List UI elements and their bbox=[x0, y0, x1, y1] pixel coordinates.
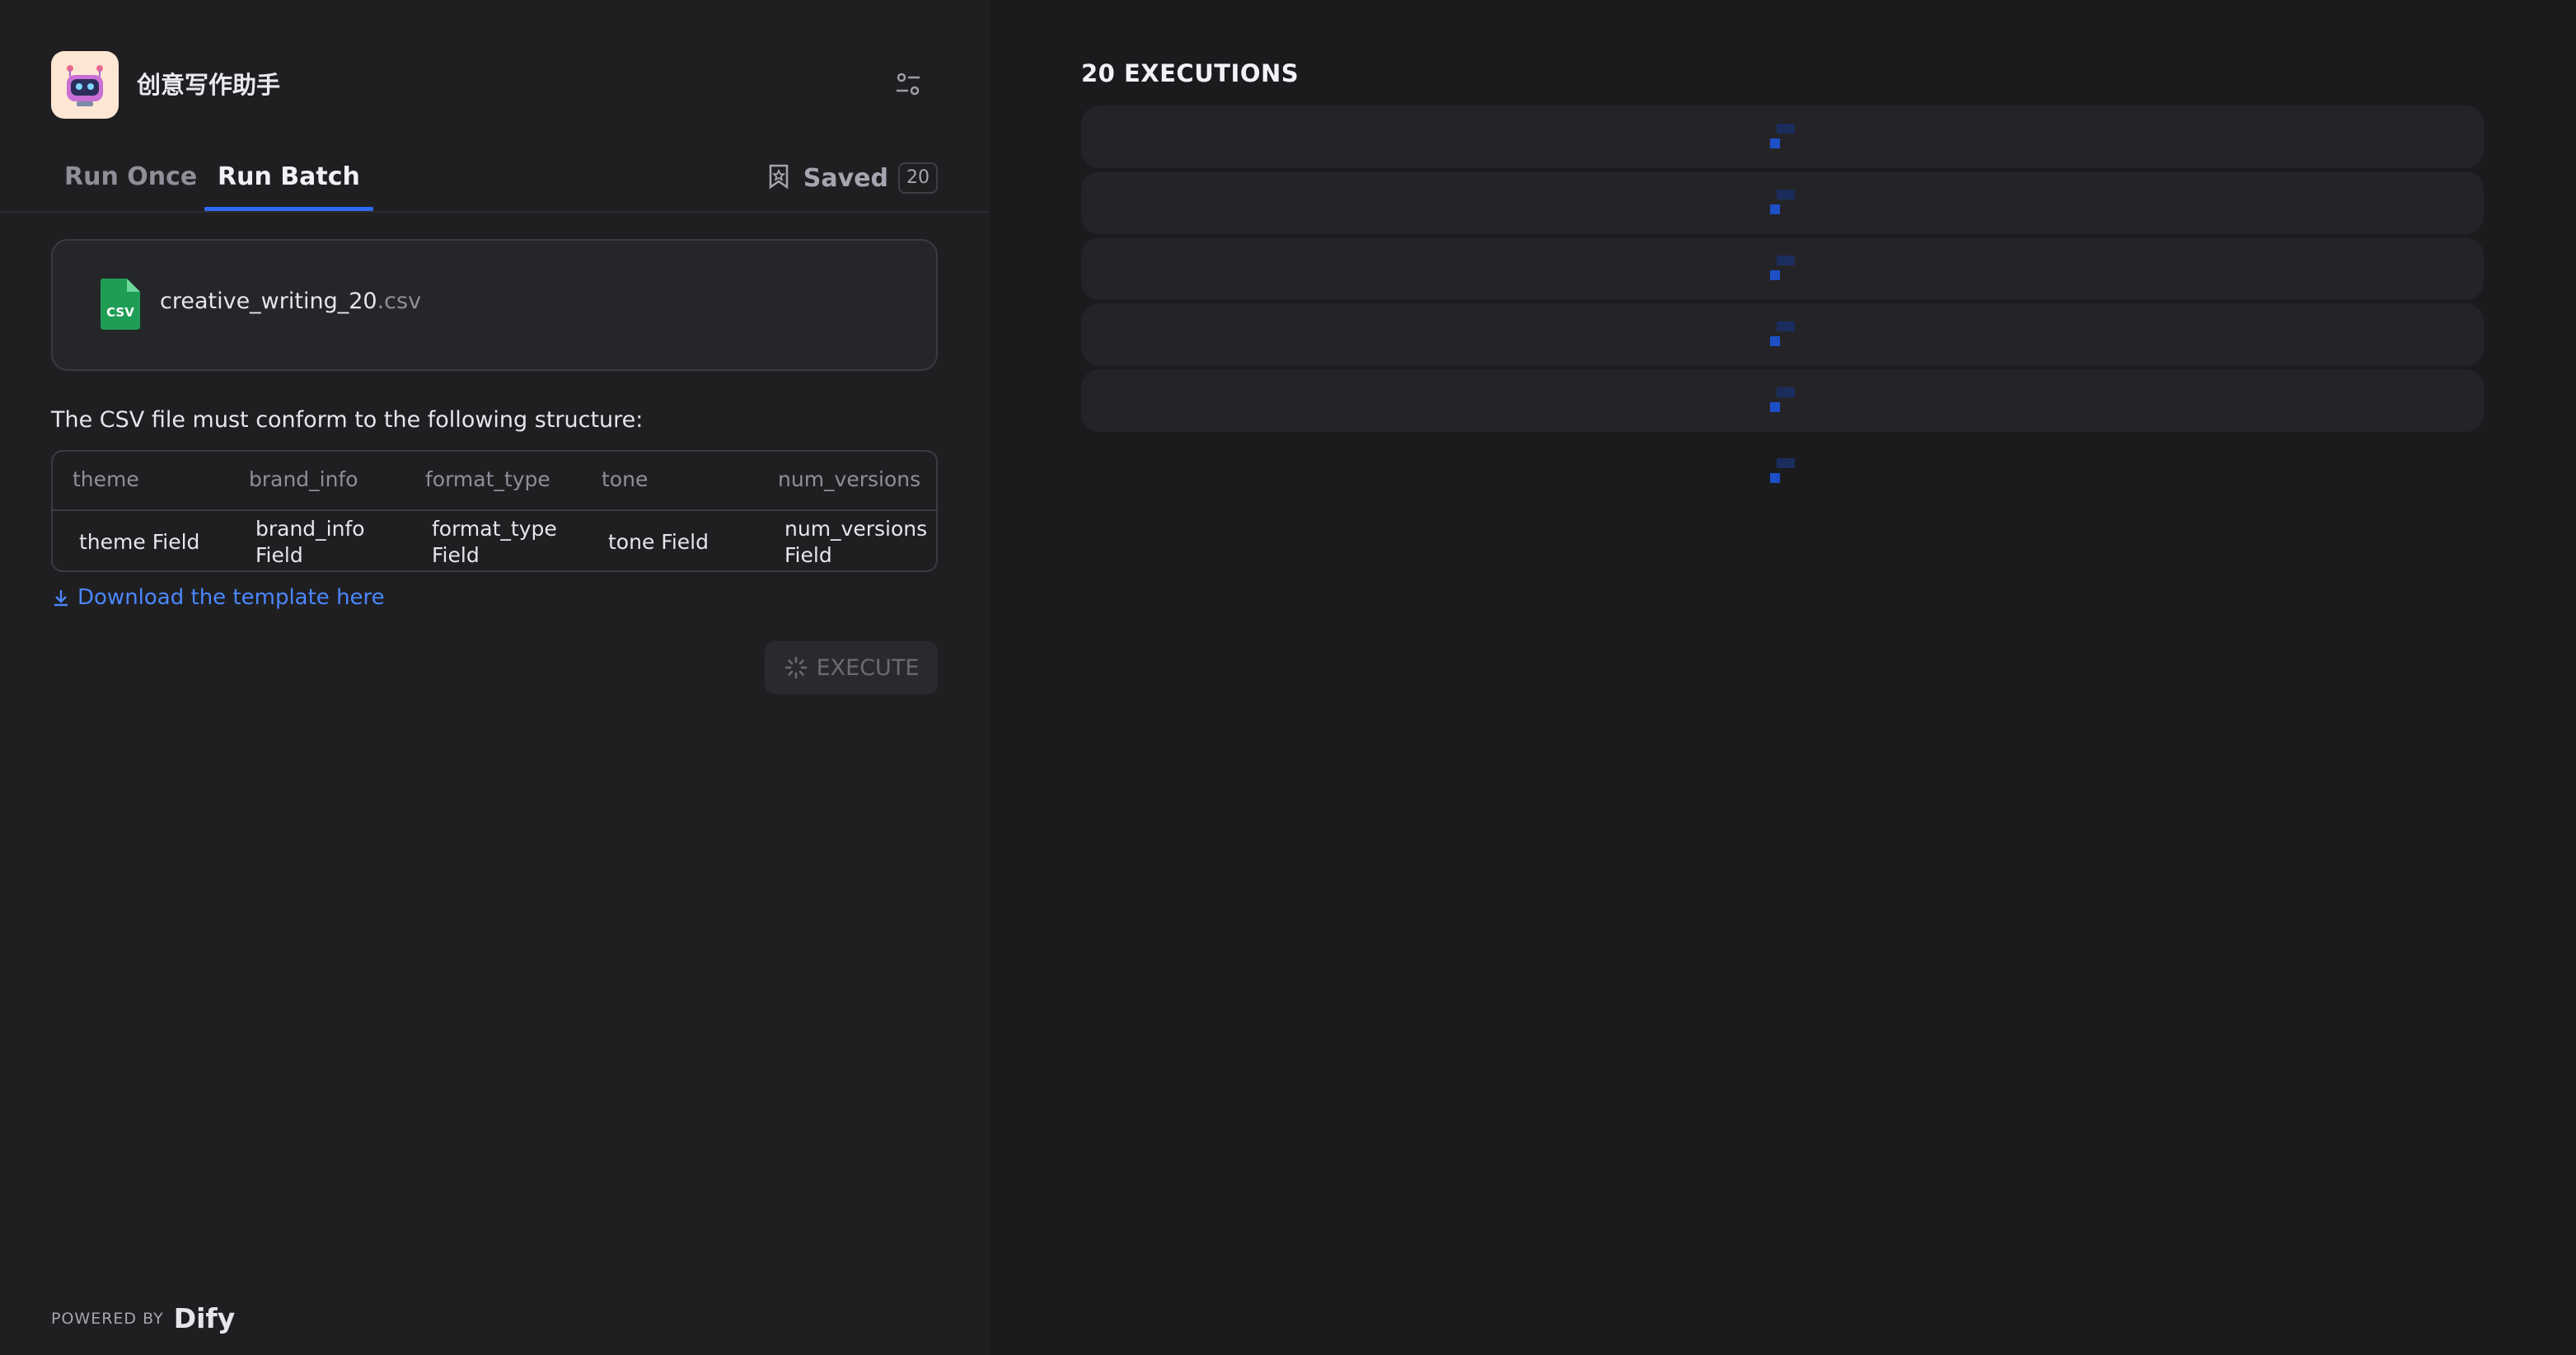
saved-label: Saved bbox=[803, 163, 888, 193]
settings-sliders-icon[interactable] bbox=[892, 68, 925, 101]
robot-icon bbox=[51, 51, 119, 119]
saved-count-badge: 20 bbox=[898, 162, 938, 194]
svg-text:CSV: CSV bbox=[106, 305, 134, 320]
uploaded-file-card[interactable]: CSV creative_writing_20.csv bbox=[51, 239, 938, 371]
table-header-cell: num_versions bbox=[778, 467, 921, 491]
table-cell: brand_info Field bbox=[255, 517, 365, 567]
table-header-cell: tone bbox=[602, 467, 649, 491]
loading-spinner-icon bbox=[1770, 458, 1795, 483]
csv-file-icon: CSV bbox=[99, 279, 142, 330]
app-title: 创意写作助手 bbox=[137, 71, 281, 99]
powered-by-footer: POWERED BY Dify bbox=[51, 1302, 235, 1334]
dify-logo: Dify bbox=[173, 1302, 236, 1334]
tab-run-batch[interactable]: Run Batch bbox=[204, 157, 373, 211]
download-template-link[interactable]: Download the template here bbox=[51, 585, 385, 610]
table-header-row: theme brand_info format_type tone num_ve… bbox=[53, 452, 936, 511]
table-cell: format_type Field bbox=[432, 517, 557, 567]
download-template-label: Download the template here bbox=[77, 585, 385, 610]
app-header: 创意写作助手 bbox=[51, 51, 938, 119]
csv-structure-description: The CSV file must conform to the followi… bbox=[51, 407, 644, 433]
spinner-icon bbox=[785, 656, 807, 679]
table-cell: tone Field bbox=[608, 530, 709, 554]
input-panel: 创意写作助手 Run Once Run Batch Saved 20 CSV c… bbox=[0, 0, 989, 1355]
loading-spinner-icon bbox=[1770, 190, 1795, 214]
powered-by-label: POWERED BY bbox=[51, 1309, 164, 1328]
download-icon bbox=[54, 590, 68, 607]
results-panel: 20 EXECUTIONS bbox=[989, 0, 2576, 1355]
table-header-cell: format_type bbox=[425, 467, 550, 491]
bookmark-icon bbox=[767, 163, 790, 193]
loading-spinner-icon bbox=[1770, 124, 1795, 148]
executions-title: 20 EXECUTIONS bbox=[1081, 59, 1300, 87]
loading-spinner-icon bbox=[1770, 256, 1795, 280]
saved-button[interactable]: Saved 20 bbox=[767, 160, 938, 196]
mode-tabs: Run Once Run Batch Saved 20 bbox=[51, 157, 938, 211]
tab-run-once[interactable]: Run Once bbox=[51, 157, 210, 211]
app-root: 创意写作助手 Run Once Run Batch Saved 20 CSV c… bbox=[0, 0, 2576, 1355]
table-cell: theme Field bbox=[79, 530, 200, 554]
execute-label: EXECUTE bbox=[816, 654, 920, 681]
file-name: creative_writing_20.csv bbox=[160, 288, 422, 314]
table-header-cell: theme bbox=[73, 467, 139, 491]
loading-spinner-icon bbox=[1770, 387, 1795, 412]
table-header-cell: brand_info bbox=[249, 467, 358, 491]
table-cell: num_versions Field bbox=[785, 517, 928, 567]
table-row: theme Field brand_info Field format_type F… bbox=[53, 511, 936, 570]
execute-button[interactable]: EXECUTE bbox=[765, 641, 938, 694]
loading-spinner-icon bbox=[1770, 321, 1795, 346]
file-extension: .csv bbox=[377, 288, 422, 314]
tabs-divider bbox=[0, 211, 989, 213]
csv-structure-table: theme brand_info format_type tone num_ve… bbox=[51, 450, 938, 572]
